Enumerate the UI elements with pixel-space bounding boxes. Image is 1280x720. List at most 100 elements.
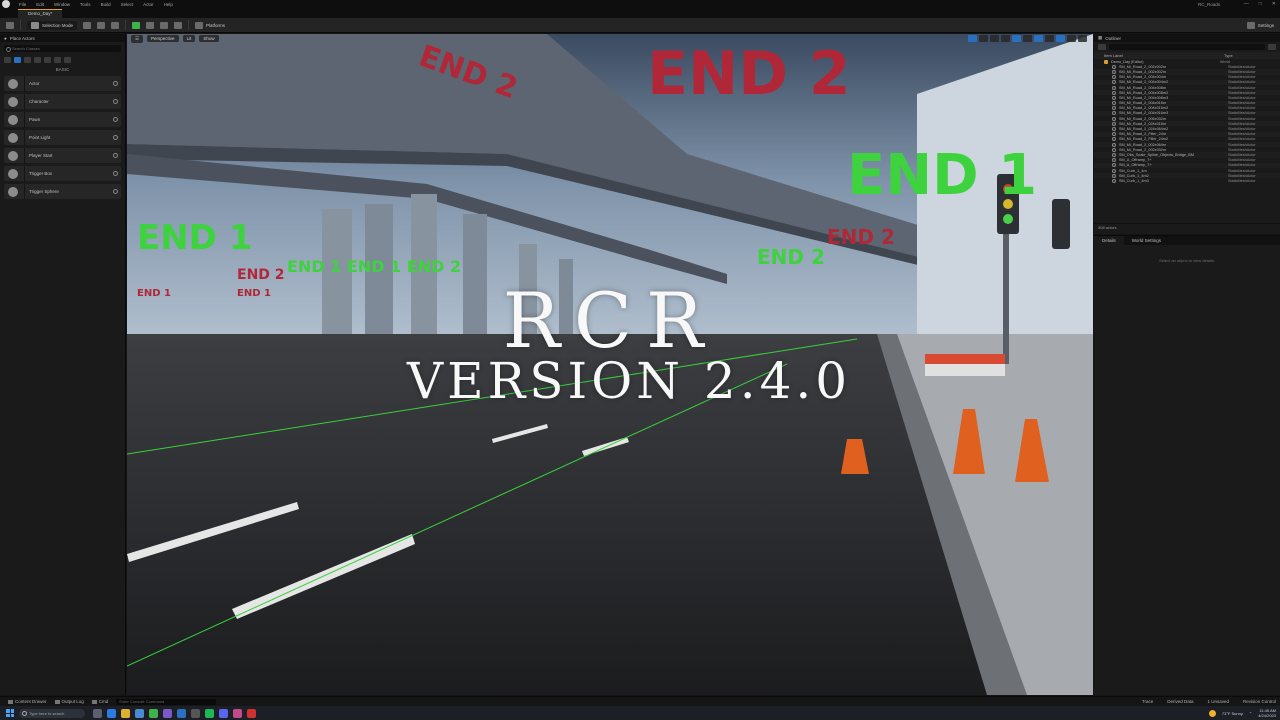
outliner-row[interactable]: SM_Mi_Road_2_002x064m StaticMeshActor <box>1094 142 1280 148</box>
edge-icon[interactable] <box>107 708 116 718</box>
outliner-row[interactable]: SM_Mi_Road_2_Filler_24m StaticMeshActor <box>1094 131 1280 137</box>
help-icon[interactable] <box>113 81 118 86</box>
maximize-viewport-icon[interactable] <box>1078 35 1087 42</box>
close-icon[interactable]: ✕ <box>1272 1 1276 7</box>
play-options-button[interactable] <box>174 21 183 29</box>
perspective-button[interactable]: Perspective <box>147 35 179 42</box>
lit-button[interactable]: Lit <box>182 35 196 42</box>
menu-tools[interactable]: Tools <box>75 2 96 7</box>
outliner-row[interactable]: SM_Mi_Road_2_004x016m StaticMeshActor <box>1094 100 1280 106</box>
actor-item-trigger-box[interactable]: Trigger Box <box>4 166 121 181</box>
menu-select[interactable]: Select <box>116 2 139 7</box>
task-view-icon[interactable] <box>93 708 102 718</box>
platforms-button[interactable]: Platforms <box>195 21 225 29</box>
cmd-button[interactable]: Cmd <box>91 699 108 704</box>
actor-item-character[interactable]: Character <box>4 94 121 109</box>
grid-snap-icon[interactable] <box>1012 35 1021 42</box>
clock[interactable]: 11:45 AM 4/24/2023 <box>1258 708 1276 718</box>
spotify-icon[interactable] <box>205 708 214 718</box>
discord-icon[interactable] <box>219 708 228 718</box>
menu-edit[interactable]: Edit <box>31 2 49 7</box>
help-icon[interactable] <box>113 189 118 194</box>
outliner-row[interactable]: SM_Mi_Road_2_004x016m3 StaticMeshActor <box>1094 110 1280 117</box>
outliner-search-input[interactable] <box>1109 44 1265 50</box>
outliner-row[interactable]: SM_Curb_1_4m2 StaticMeshActor <box>1094 173 1280 179</box>
menu-file[interactable]: File <box>14 2 31 7</box>
file-explorer-icon[interactable] <box>121 708 130 718</box>
outliner-row[interactable]: SM_A_Offramp_T+ StaticMeshActor <box>1094 158 1280 163</box>
all-classes-icon[interactable] <box>64 57 71 63</box>
rotate-tool-icon[interactable] <box>990 35 999 42</box>
menu-help[interactable]: Help <box>159 2 178 7</box>
mode-select-button[interactable]: Selection Mode <box>27 20 78 30</box>
visual-effects-icon[interactable] <box>44 57 51 63</box>
rotation-size-icon[interactable] <box>1045 35 1054 42</box>
recent-icon[interactable] <box>4 57 11 63</box>
recorder-icon[interactable] <box>247 708 256 718</box>
menu-build[interactable]: Build <box>96 2 116 7</box>
menu-window[interactable]: Window <box>49 2 75 7</box>
trace-button[interactable]: Trace <box>1142 699 1153 704</box>
basic-icon[interactable] <box>14 57 21 63</box>
outliner-row[interactable]: SM_Mi_Road_2_002x002m StaticMeshActor <box>1094 69 1280 75</box>
save-button[interactable] <box>6 21 14 29</box>
minimize-icon[interactable]: — <box>1244 1 1249 7</box>
derived-data-button[interactable]: Derived Data <box>1167 699 1193 704</box>
outliner-row[interactable]: SM_Curb_1_4m StaticMeshActor <box>1094 168 1280 173</box>
grid-size-icon[interactable] <box>1023 35 1032 42</box>
outliner-row[interactable]: SM_Mi_Road_2_004x016m2 StaticMeshActor <box>1094 106 1280 111</box>
help-icon[interactable] <box>113 153 118 158</box>
scale-snap-icon[interactable] <box>1056 35 1065 42</box>
chrome-icon[interactable] <box>149 708 158 718</box>
shapes-icon[interactable] <box>34 57 41 63</box>
outliner-row[interactable]: SM_Mi_Road_2_024x064m2 StaticMeshActor <box>1094 126 1280 132</box>
visual-studio-icon[interactable] <box>163 708 172 718</box>
outliner-row[interactable]: SM_A_Offramp_T+ StaticMeshActor <box>1094 162 1280 168</box>
play-button[interactable] <box>132 21 141 29</box>
outliner-row[interactable]: SM_Mi_Road_2_002x032m StaticMeshActor <box>1094 147 1280 152</box>
outliner-row[interactable]: SM_Mi_Road_2_004x008m2 StaticMeshActor <box>1094 90 1280 96</box>
outliner-row[interactable]: SM_Obs_Scale_Spline_Objects_Bridge_BM Sta… <box>1094 152 1280 158</box>
store-icon[interactable] <box>135 708 144 718</box>
col-type[interactable]: Type <box>1224 53 1233 58</box>
output-log-button[interactable]: Output Log <box>54 699 84 704</box>
scale-tool-icon[interactable] <box>1001 35 1010 42</box>
unreal-logo-icon[interactable] <box>2 0 10 8</box>
lights-icon[interactable] <box>24 57 31 63</box>
help-icon[interactable] <box>113 135 118 140</box>
actor-item-trigger-sphere[interactable]: Trigger Sphere <box>4 184 121 199</box>
outliner-row[interactable]: SM_Mi_Road_2_005x032m StaticMeshActor <box>1094 116 1280 121</box>
add-actor-button[interactable] <box>83 21 92 29</box>
rotation-snap-icon[interactable] <box>1034 35 1043 42</box>
step-button[interactable] <box>146 21 155 29</box>
actor-item-point-light[interactable]: Point Light <box>4 130 121 145</box>
volumes-icon[interactable] <box>54 57 61 63</box>
cinematics-button[interactable] <box>111 21 120 29</box>
help-icon[interactable] <box>113 117 118 122</box>
actor-item-actor[interactable]: Actor <box>4 76 121 91</box>
outliner-row[interactable]: SM_Mi_Road_2_004x008m3 StaticMeshActor <box>1094 95 1280 100</box>
camera-speed-icon[interactable] <box>1067 35 1076 42</box>
actor-item-pawn[interactable]: Pawn <box>4 112 121 127</box>
weather-text[interactable]: 73°F Sunny <box>1222 711 1243 716</box>
blueprint-button[interactable] <box>97 21 106 29</box>
unsaved-button[interactable]: 1 Unsaved <box>1207 699 1229 704</box>
help-icon[interactable] <box>113 171 118 176</box>
translate-tool-icon[interactable] <box>979 35 988 42</box>
maximize-icon[interactable]: □ <box>1259 1 1262 7</box>
viewport-options-button[interactable]: ☰ <box>131 34 144 43</box>
help-icon[interactable] <box>113 99 118 104</box>
outliner-row[interactable]: SM_Mi_Road_2_004x004m2 StaticMeshActor <box>1094 79 1280 85</box>
revision-control-button[interactable]: Revision Control <box>1243 699 1276 704</box>
search-classes-input[interactable]: Search Classes <box>4 45 121 52</box>
taskbar-search-input[interactable]: Type here to search <box>19 708 85 718</box>
filter-icon[interactable] <box>1098 44 1106 50</box>
level-viewport[interactable]: END 2 END 2 END 1 END 1 END 2 END 1 END … <box>127 34 1093 695</box>
unreal-taskbar-icon[interactable] <box>191 708 200 718</box>
outliner-row[interactable]: SM_Mi_Road_2_002x002m StaticMeshActor <box>1094 64 1280 69</box>
tab-world-settings[interactable]: World Settings <box>1124 238 1169 243</box>
vscode-icon[interactable] <box>177 708 186 718</box>
outliner-row[interactable]: SM_Mi_Road_2_Filler_24m2 StaticMeshActor <box>1094 137 1280 142</box>
settings-icon[interactable] <box>1268 44 1276 50</box>
select-tool-icon[interactable] <box>968 35 977 42</box>
